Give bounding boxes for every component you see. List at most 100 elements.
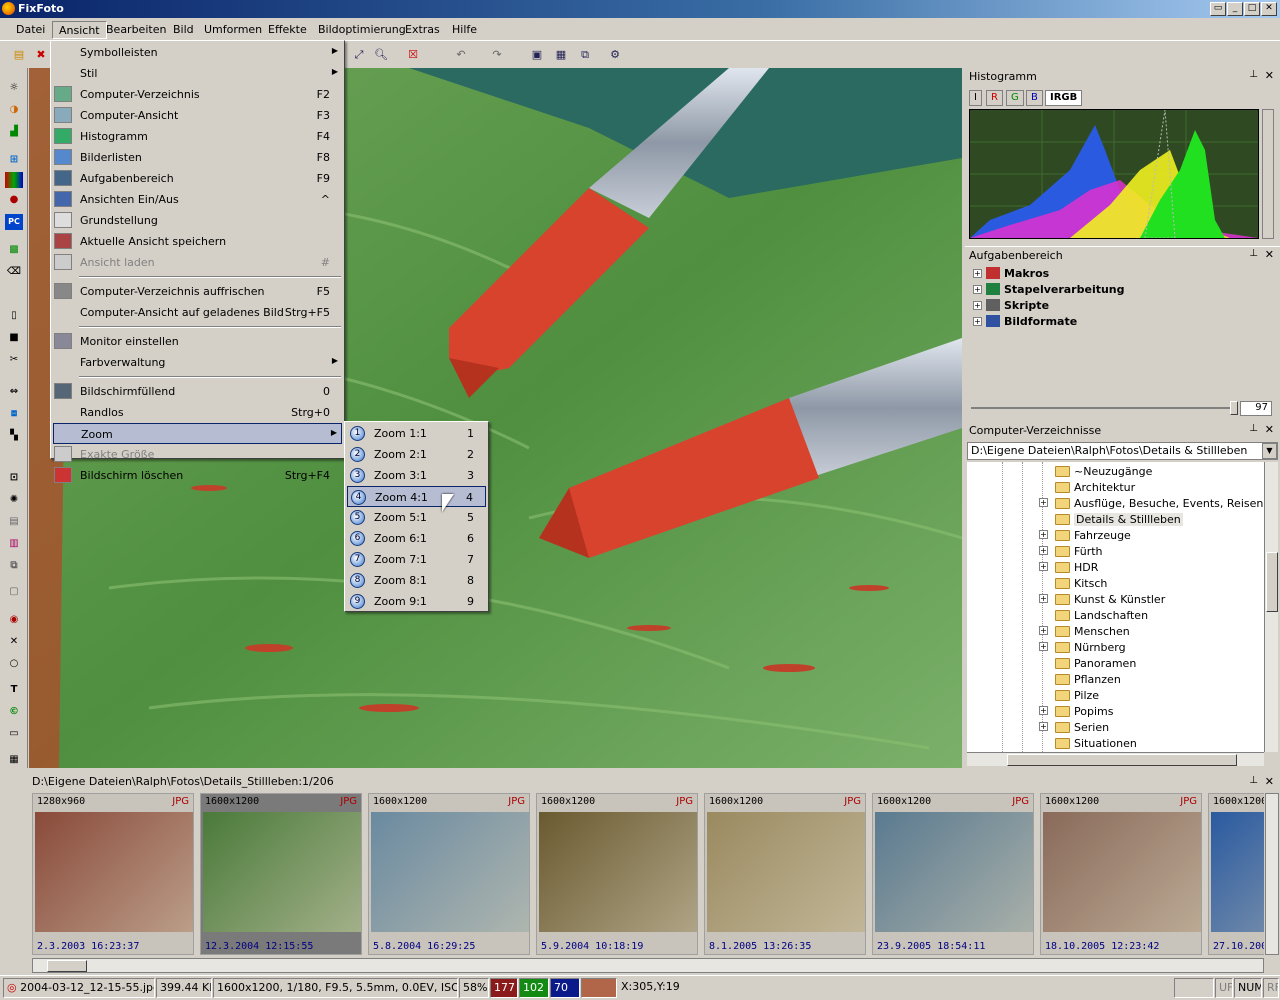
fit-icon[interactable]: ⤢ xyxy=(350,46,368,64)
menu-item-symbolleisten[interactable]: Symbolleisten ▶ xyxy=(53,42,342,63)
menu-item-bilderlisten[interactable]: Bilderlisten F8 xyxy=(53,147,342,168)
task-makros[interactable]: + Makros xyxy=(973,265,1049,281)
levels-icon[interactable]: ⊞ xyxy=(5,152,23,168)
saturation-icon[interactable]: ● xyxy=(5,192,23,208)
expand-icon[interactable]: + xyxy=(1039,642,1048,651)
film-icon[interactable]: ▦ xyxy=(5,752,23,768)
expand-icon[interactable]: + xyxy=(973,316,982,326)
menu-item-aktuelle-ansicht-speichern[interactable]: Aktuelle Ansicht speichern xyxy=(53,231,342,252)
menu-datei[interactable]: Datei xyxy=(10,21,51,39)
maximize-icon[interactable]: □ xyxy=(1244,2,1260,16)
expand-icon[interactable]: + xyxy=(1039,498,1048,507)
menu-item-computer-ansicht[interactable]: Computer-Ansicht F3 xyxy=(53,105,342,126)
menu-item-farbverwaltung[interactable]: Farbverwaltung ▶ xyxy=(53,352,342,373)
zoom-item-3[interactable]: 3 Zoom 3:1 3 xyxy=(347,465,486,486)
expand-icon[interactable]: + xyxy=(1039,530,1048,539)
folder-item[interactable]: Architektur xyxy=(1055,479,1135,495)
path-combobox[interactable]: D:\Eigene Dateien\Ralph\Fotos\Details & … xyxy=(967,442,1278,460)
copy-layer-icon[interactable]: ⧉ xyxy=(5,558,23,574)
tree-vscroll[interactable] xyxy=(1264,462,1278,752)
copyright-icon[interactable]: © xyxy=(5,704,23,720)
expand-icon[interactable]: + xyxy=(1039,594,1048,603)
tree-hscroll-thumb[interactable] xyxy=(1007,754,1237,766)
restore-icon[interactable]: ▭ xyxy=(1210,2,1226,16)
menu-umformen[interactable]: Umformen xyxy=(198,21,268,39)
tree-hscroll[interactable] xyxy=(967,752,1264,766)
folder-item[interactable]: Pilze xyxy=(1055,687,1099,703)
expand-icon[interactable]: + xyxy=(1039,562,1048,571)
menu-item-exakte-größe[interactable]: Exakte Größe xyxy=(53,444,342,465)
thumbnail[interactable]: 1600x1200 JPG 23.9.2005 18:54:11 xyxy=(872,793,1034,955)
thumbnail[interactable]: 1600x1200 JPG 8.1.2005 13:26:35 xyxy=(704,793,866,955)
expand-icon[interactable]: + xyxy=(973,300,982,310)
minimize-icon[interactable]: _ xyxy=(1227,2,1243,16)
zoom-item-4[interactable]: 4 Zoom 4:1 4 xyxy=(347,486,486,507)
mask-icon[interactable]: ▥ xyxy=(5,536,23,552)
pin-icon[interactable]: ⊥ xyxy=(1249,248,1258,259)
cut-icon[interactable]: ✂ xyxy=(5,352,23,368)
folder-item[interactable]: + Kunst & Künstler xyxy=(1039,591,1165,607)
thumbnail[interactable]: 1600x1200 JPG 18.10.2005 12:23:42 xyxy=(1040,793,1202,955)
expand-icon[interactable]: + xyxy=(1039,626,1048,635)
task-slider-thumb[interactable] xyxy=(1230,401,1238,415)
copy-icon[interactable]: ⧉ xyxy=(576,46,594,64)
zoom-item-8[interactable]: 8 Zoom 8:1 8 xyxy=(347,570,486,591)
folder-item[interactable]: Landschaften xyxy=(1055,607,1148,623)
pin-icon[interactable]: ⊥ xyxy=(1249,423,1258,434)
histogram-scrollbar[interactable] xyxy=(1262,109,1274,239)
screen-icon[interactable]: ▣ xyxy=(528,46,546,64)
crop-icon[interactable]: ▯ xyxy=(5,308,23,324)
resize-icon[interactable]: ⇔ xyxy=(5,384,23,400)
zoom-item-9[interactable]: 9 Zoom 9:1 9 xyxy=(347,591,486,612)
zoom-item-2[interactable]: 2 Zoom 2:1 2 xyxy=(347,444,486,465)
tab-i[interactable]: I xyxy=(969,90,982,106)
folder-item[interactable]: + HDR xyxy=(1039,559,1098,575)
thumbnail[interactable]: 1600x1200 JPG 5.8.2004 16:29:25 xyxy=(368,793,530,955)
folder-item[interactable]: Details & Stillleben xyxy=(1055,511,1183,527)
folder-item[interactable]: + Popims xyxy=(1039,703,1113,719)
thumbnail[interactable]: 1600x1200 JPG 5.9.2004 10:18:19 xyxy=(536,793,698,955)
folder-item[interactable]: + Fürth xyxy=(1039,543,1103,559)
expand-icon[interactable]: + xyxy=(973,268,982,278)
folder-item[interactable]: + Serien xyxy=(1039,719,1109,735)
histogram-tool-icon[interactable]: ▟ xyxy=(5,124,23,140)
folder-item[interactable]: + Menschen xyxy=(1039,623,1130,639)
menu-item-computer-ansicht-auf-geladenes-bild[interactable]: Computer-Ansicht auf geladenes Bild Strg+… xyxy=(53,302,342,323)
eraser-icon[interactable]: ⌫ xyxy=(5,264,23,280)
menu-item-stil[interactable]: Stil ▶ xyxy=(53,63,342,84)
color-icon[interactable]: ◑ xyxy=(5,102,23,118)
pin-icon[interactable]: ⊥ xyxy=(1249,69,1258,80)
close-panel-icon[interactable]: ✕ xyxy=(1265,775,1274,788)
thumb-vscroll[interactable] xyxy=(1265,793,1279,955)
close-panel-icon[interactable]: ✕ xyxy=(1265,69,1274,82)
menu-item-computer-verzeichnis-auffrischen[interactable]: Computer-Verzeichnis auffrischen F5 xyxy=(53,281,342,302)
menu-item-bildschirm-löschen[interactable]: Bildschirm löschen Strg+F4 xyxy=(53,465,342,486)
folder-item[interactable]: ~Neuzugänge xyxy=(1055,463,1152,479)
zoom-item-7[interactable]: 7 Zoom 7:1 7 xyxy=(347,549,486,570)
expand-icon[interactable]: + xyxy=(973,284,982,294)
zoom-item-5[interactable]: 5 Zoom 5:1 5 xyxy=(347,507,486,528)
task-stapelverarbeitung[interactable]: + Stapelverarbeitung xyxy=(973,281,1125,297)
thumbnail[interactable]: 1600x1200 27.10.200 xyxy=(1208,793,1264,955)
ellipse-icon[interactable]: ○ xyxy=(5,656,23,672)
tab-g[interactable]: G xyxy=(1006,90,1024,106)
folder-item[interactable]: + Nürnberg xyxy=(1039,639,1126,655)
layer-icon[interactable]: ▤ xyxy=(5,514,23,530)
expand-icon[interactable]: + xyxy=(1039,722,1048,731)
clear-screen-icon[interactable]: ☒ xyxy=(404,46,422,64)
zoom-item-6[interactable]: 6 Zoom 6:1 6 xyxy=(347,528,486,549)
line-icon[interactable]: ✕ xyxy=(5,634,23,650)
tab-r[interactable]: R xyxy=(986,90,1003,106)
undo-icon[interactable]: ↶ xyxy=(452,46,470,64)
folder-item[interactable]: + Ausflüge, Besuche, Events, Reisen xyxy=(1039,495,1263,511)
redeye-icon[interactable]: ◉ xyxy=(5,612,23,628)
close-panel-icon[interactable]: ✕ xyxy=(1265,248,1274,261)
close-icon[interactable]: ✕ xyxy=(1261,2,1277,16)
menu-bearbeiten[interactable]: Bearbeiten xyxy=(100,21,172,39)
thumb-hscroll[interactable] xyxy=(32,958,1264,973)
folder-item[interactable]: + Fahrzeuge xyxy=(1039,527,1131,543)
open-icon[interactable]: ▤ xyxy=(10,46,28,64)
settings-icon[interactable]: ⚙ xyxy=(606,46,624,64)
tab-b[interactable]: B xyxy=(1026,90,1043,106)
folder-item[interactable]: Situationen xyxy=(1055,735,1137,751)
